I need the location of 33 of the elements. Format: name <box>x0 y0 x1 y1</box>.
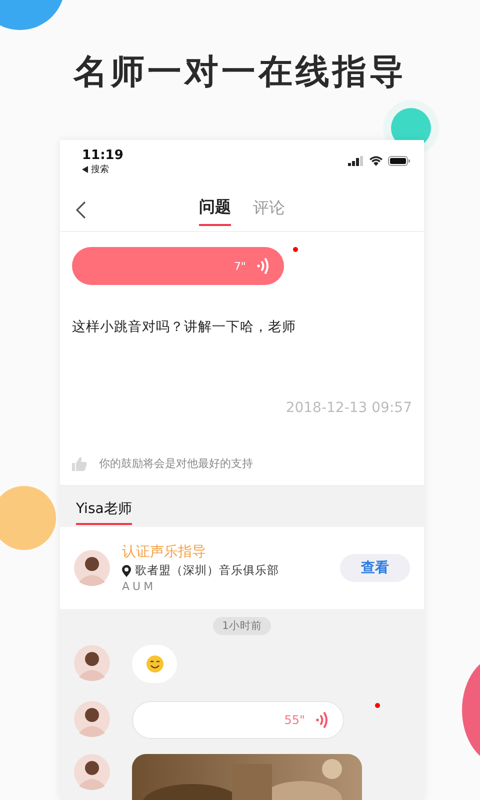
tab[interactable]: 问题 <box>199 195 231 226</box>
location-pin-icon <box>122 564 131 576</box>
voice-duration: 7" <box>234 260 246 272</box>
avatar-icon <box>74 645 110 681</box>
question-text: 这样小跳音对吗？讲解一下哈，老师 <box>72 318 297 336</box>
signal-icon <box>348 156 364 166</box>
teacher-org: AUM <box>122 580 158 593</box>
teacher-title: 认证声乐指导 <box>122 543 207 561</box>
question-time: 2018-12-13 09:57 <box>284 400 412 416</box>
time-badge: 1小时前 <box>213 617 271 635</box>
back-triangle-icon[interactable] <box>82 166 88 173</box>
wifi-icon <box>369 156 383 166</box>
avatar-icon <box>74 550 110 586</box>
view-button[interactable]: 查看 <box>340 554 410 582</box>
sound-wave-icon <box>256 257 270 275</box>
back-app-link[interactable]: 搜索 <box>91 163 109 176</box>
sound-wave-icon <box>315 710 329 728</box>
avatar-icon <box>74 700 110 736</box>
decorative-circle <box>0 486 56 550</box>
thumbs-up-icon[interactable] <box>72 456 87 470</box>
back-icon[interactable] <box>76 201 86 219</box>
teacher-tab[interactable]: Yisa老师 <box>76 500 132 525</box>
status-time: 11:19 <box>82 148 124 163</box>
voice-duration: 55" <box>284 712 305 726</box>
voice-message[interactable]: 7" <box>72 247 284 285</box>
battery-icon <box>388 156 410 166</box>
tab[interactable]: 评论 <box>253 195 285 226</box>
avatar-icon <box>74 754 110 790</box>
voice-message[interactable]: 55" <box>132 700 344 738</box>
teacher-location: 歌者盟（深圳）音乐俱乐部 <box>135 563 279 578</box>
headline: 名师一对一在线指导 <box>74 52 406 92</box>
smiley-icon <box>146 655 164 673</box>
encourage-text: 你的鼓励将会是对他最好的支持 <box>99 456 253 471</box>
